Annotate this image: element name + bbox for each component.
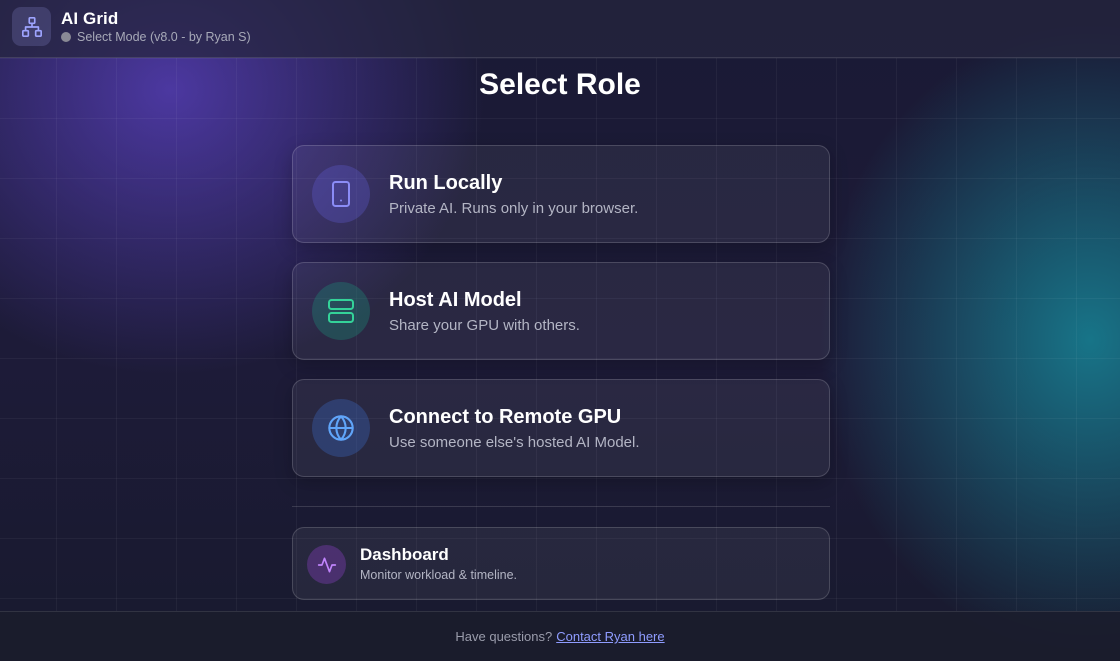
app-header: AI Grid Select Mode (v8.0 - by Ryan S)	[0, 0, 1120, 58]
option-description: Share your GPU with others.	[389, 317, 580, 334]
dashboard-option[interactable]: Dashboard Monitor workload & timeline.	[292, 527, 830, 600]
option-title: Connect to Remote GPU	[389, 406, 622, 428]
dashboard-title: Dashboard	[360, 545, 449, 564]
globe-icon	[312, 399, 370, 457]
run-locally-option[interactable]: Run Locally Private AI. Runs only in you…	[292, 145, 830, 243]
page-title: Select Role	[479, 68, 641, 101]
network-logo-icon	[12, 7, 51, 46]
contact-link[interactable]: Contact Ryan here	[556, 629, 664, 644]
status-indicator: Select Mode (v8.0 - by Ryan S)	[61, 30, 251, 44]
app-title: AI Grid	[61, 9, 119, 28]
option-title: Host AI Model	[389, 289, 522, 311]
option-description: Use someone else's hosted AI Model.	[389, 434, 640, 451]
host-ai-model-option[interactable]: Host AI Model Share your GPU with others…	[292, 262, 830, 360]
option-title: Run Locally	[389, 172, 503, 194]
tablet-icon	[312, 165, 370, 223]
activity-icon	[307, 545, 346, 584]
server-icon	[312, 282, 370, 340]
option-description: Private AI. Runs only in your browser.	[389, 200, 639, 217]
status-dot	[61, 32, 71, 42]
connect-remote-gpu-option[interactable]: Connect to Remote GPU Use someone else's…	[292, 379, 830, 477]
app-footer: Have questions? Contact Ryan here	[0, 611, 1120, 661]
footer-text: Have questions?	[455, 629, 553, 644]
status-text: Select Mode (v8.0 - by Ryan S)	[77, 30, 251, 44]
section-divider	[292, 506, 830, 507]
dashboard-description: Monitor workload & timeline.	[360, 568, 518, 582]
